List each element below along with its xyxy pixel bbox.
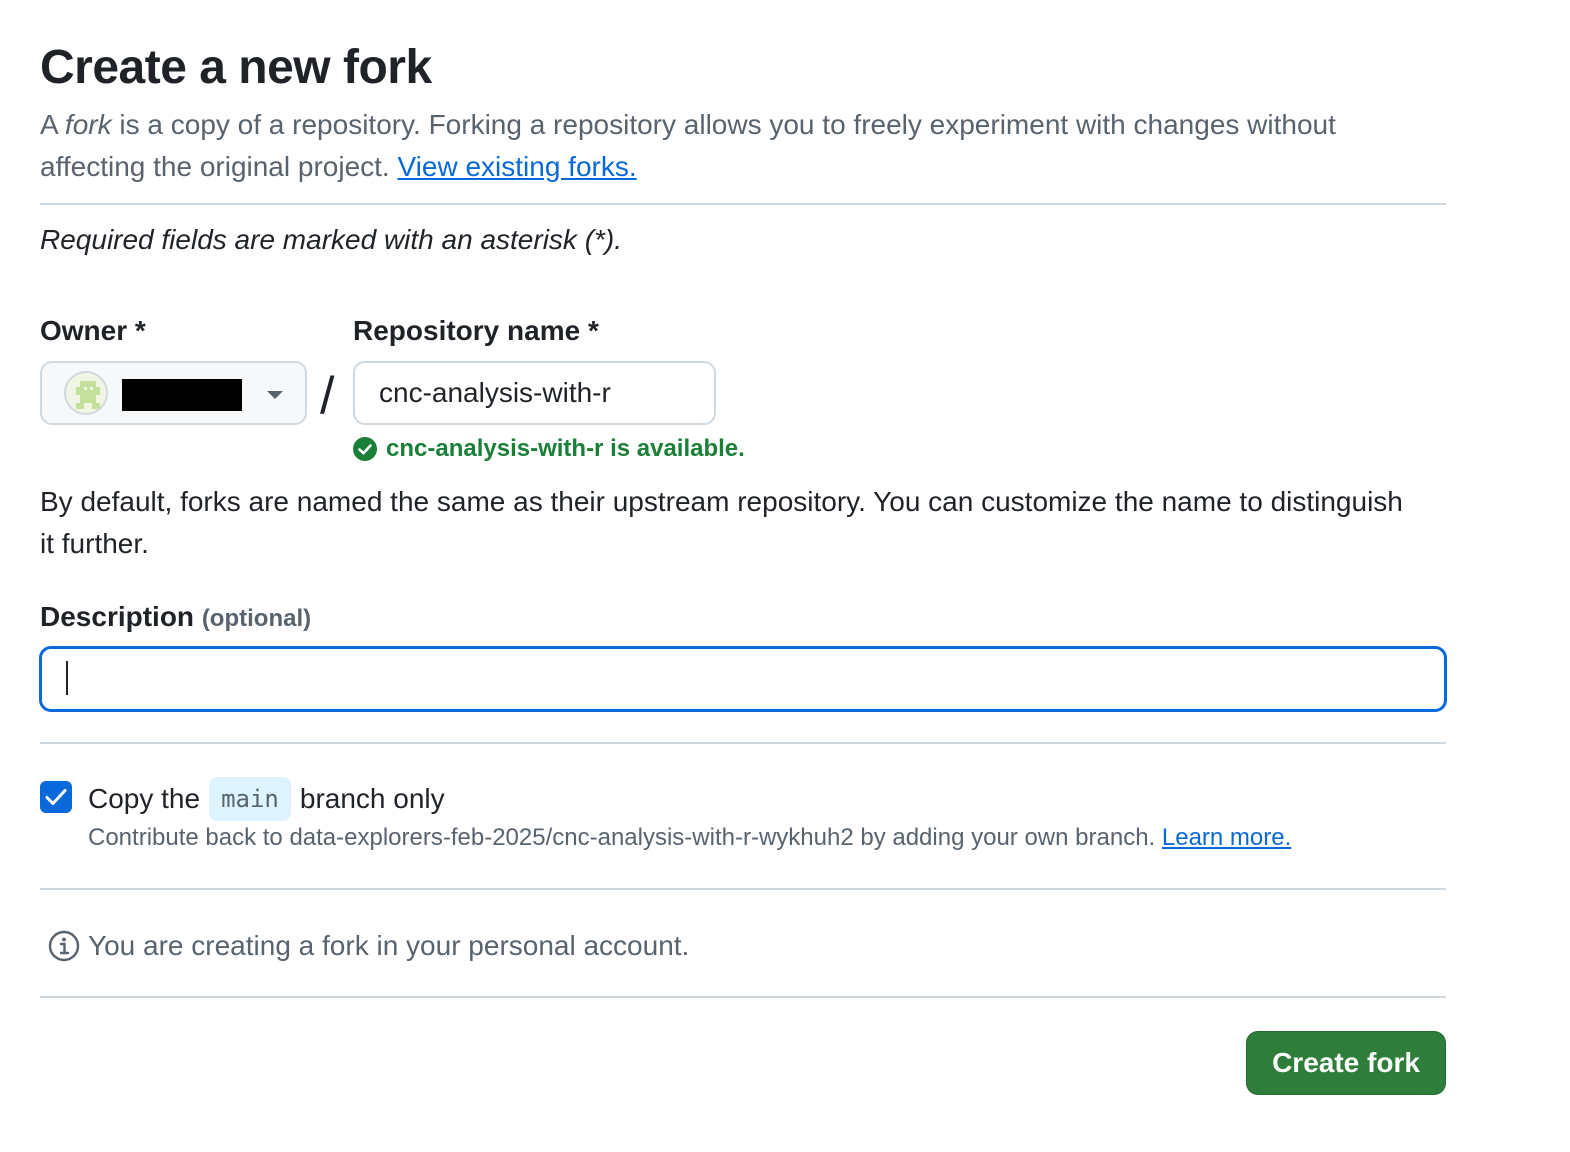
text-cursor — [66, 661, 68, 695]
required-fields-note: Required fields are marked with an aster… — [40, 224, 623, 255]
divider — [40, 996, 1446, 998]
avatar-icon — [64, 371, 108, 415]
contribute-text: Contribute back to data-explorers-feb-20… — [88, 824, 1162, 851]
learn-more-link[interactable]: Learn more. — [1162, 824, 1291, 851]
copy-suffix-text: branch only — [299, 783, 445, 814]
divider — [40, 888, 1446, 890]
intro-text-end: is a copy of a repository. Forking a rep… — [40, 109, 1336, 182]
personal-account-notice: You are creating a fork in your personal… — [48, 926, 689, 966]
divider — [40, 203, 1446, 205]
check-circle-icon — [353, 437, 377, 461]
naming-help-text: By default, forks are named the same as … — [40, 486, 1403, 559]
description-label-text: Description — [40, 601, 195, 632]
owner-repo-separator: / — [320, 367, 335, 425]
create-fork-button[interactable]: Create fork — [1246, 1031, 1446, 1095]
copy-prefix-text: Copy the — [88, 783, 201, 814]
availability-message: cnc-analysis-with-r is available. — [353, 434, 745, 464]
page-title: Create a new fork — [40, 41, 432, 94]
intro-text-start: A — [40, 109, 65, 140]
info-text: You are creating a fork in your personal… — [88, 930, 690, 961]
description-label: Description (optional) — [40, 601, 311, 633]
optional-tag: (optional) — [201, 605, 312, 632]
info-icon — [48, 930, 80, 962]
repository-name-label: Repository name * — [353, 315, 599, 346]
divider — [40, 742, 1446, 744]
intro-fork-emphasis: fork — [64, 109, 112, 140]
repository-name-input[interactable] — [353, 361, 716, 425]
view-forks-link[interactable]: View existing forks. — [397, 151, 636, 182]
intro-text: A fork is a copy of a repository. Forkin… — [40, 104, 1420, 188]
contribute-note: Contribute back to data-explorers-feb-20… — [88, 824, 1291, 852]
copy-branch-label[interactable]: Copy the main branch only — [88, 777, 445, 821]
owner-dropdown[interactable] — [40, 361, 307, 425]
description-input[interactable] — [39, 646, 1447, 712]
branch-name-code: main — [209, 777, 291, 821]
caret-down-icon — [267, 391, 283, 399]
owner-label: Owner * — [40, 315, 146, 346]
check-icon — [45, 789, 67, 805]
owner-name-redacted — [122, 379, 242, 411]
copy-main-only-checkbox[interactable] — [40, 781, 72, 813]
availability-text: cnc-analysis-with-r is available. — [386, 435, 745, 462]
